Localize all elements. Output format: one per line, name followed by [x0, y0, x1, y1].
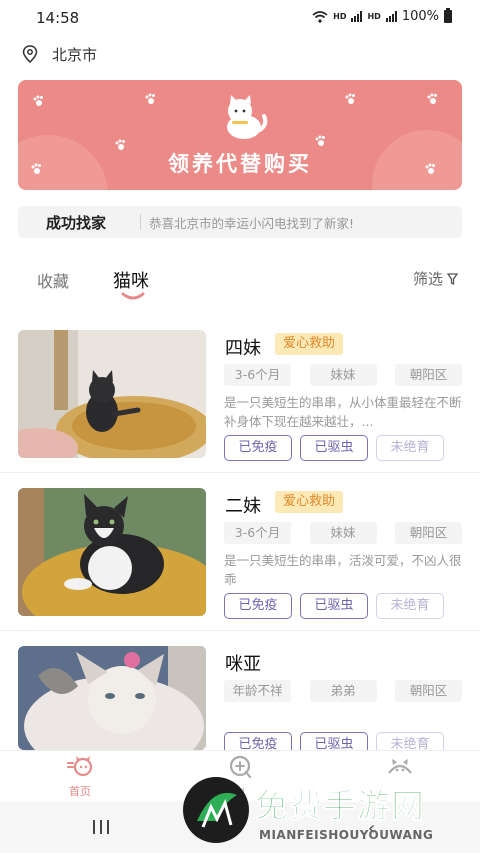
paw-icon: [345, 93, 355, 104]
pet-card[interactable]: 二妹 爱心救助 3-6个月 妹妹 朝阳区 是一只美短生的串串，活泼可爱，不凶人很…: [0, 488, 480, 646]
battery-percent: 100%: [401, 9, 439, 24]
tab-favorites[interactable]: 收藏: [37, 268, 69, 292]
adoption-banner[interactable]: 领养代替购买: [18, 80, 462, 190]
vaccinated-pill: 已免疫: [224, 435, 292, 461]
dewormed-pill: 已驱虫: [300, 593, 368, 619]
pet-description: 是一只美短生的串串，活泼可爱，不凶人很乖: [224, 553, 462, 587]
gender-tag: 妹妹: [309, 522, 377, 544]
tab-cats[interactable]: 猫咪: [113, 267, 149, 293]
paw-icon: [427, 93, 437, 104]
age-tag: 年龄不祥: [224, 680, 291, 702]
pet-name: 四妹: [225, 338, 261, 359]
age-tag: 3-6个月: [224, 522, 291, 544]
status-bar: 14:58 HD HD 100%: [0, 0, 480, 36]
district-tag: 朝阳区: [395, 522, 462, 544]
vaccinated-pill: 已免疫: [224, 593, 292, 619]
card-divider: [0, 630, 480, 631]
gender-tag: 弟弟: [309, 680, 377, 702]
watermark-logo-icon: [183, 777, 249, 843]
paw-icon: [33, 95, 43, 106]
pet-photo[interactable]: [18, 330, 206, 458]
status-indicators: HD HD 100%: [312, 8, 452, 24]
location-city: 北京市: [52, 45, 98, 64]
success-ticker[interactable]: 成功找家 恭喜北京市的幸运小闪电找到了新家!: [18, 206, 462, 238]
signal-icon: [385, 11, 397, 22]
pet-photo[interactable]: [18, 646, 206, 750]
pet-name: 二妹: [225, 496, 261, 517]
watermark-title: 免费手游网: [255, 786, 425, 826]
filter-icon: [447, 272, 458, 285]
status-time: 14:58: [36, 9, 80, 27]
tab-active-indicator: [121, 292, 145, 300]
gender-tag: 妹妹: [309, 364, 377, 386]
district-tag: 朝阳区: [395, 364, 462, 386]
neutered-pill: 未绝育: [376, 593, 444, 619]
health-status: 已免疫 已驱虫 未绝育: [224, 435, 444, 461]
cat-icon: [227, 95, 268, 139]
rescue-badge: 爱心救助: [275, 333, 344, 355]
recent-apps-button[interactable]: [93, 820, 109, 834]
health-status: 已免疫 已驱虫 未绝育: [224, 593, 444, 619]
rescue-badge: 爱心救助: [275, 491, 344, 513]
age-tag: 3-6个月: [224, 364, 291, 386]
ticker-text: 恭喜北京市的幸运小闪电找到了新家!: [149, 215, 355, 231]
dewormed-pill: 已驱虫: [300, 435, 368, 461]
location-selector[interactable]: 北京市: [22, 42, 97, 66]
network-label-1: HD: [333, 12, 347, 21]
battery-icon: [444, 8, 452, 23]
ticker-label: 成功找家: [46, 213, 107, 232]
pet-name: 咪亚: [225, 654, 261, 675]
district-tag: 朝阳区: [395, 680, 462, 702]
network-label-2: HD: [367, 12, 381, 21]
watermark: 免费手游网 MIANFEISHOUYOUWANG: [183, 775, 473, 850]
paw-icon: [315, 135, 325, 146]
pet-tags: 3-6个月 妹妹 朝阳区: [224, 364, 462, 386]
pet-description: 是一只美短生的串串，从小体重最轻在不断补身体下现在越来越壮，...: [224, 395, 462, 429]
ticker-divider: [140, 214, 141, 230]
paw-icon: [145, 93, 155, 104]
pet-tags: 3-6个月 妹妹 朝阳区: [224, 522, 462, 544]
signal-icon: [351, 11, 363, 22]
pet-photo[interactable]: [18, 488, 206, 616]
wifi-icon: [312, 10, 328, 23]
filter-label: 筛选: [412, 270, 443, 288]
location-pin-icon: [22, 45, 38, 63]
pet-tags: 年龄不祥 弟弟 朝阳区: [224, 680, 462, 702]
nav-home[interactable]: 首页: [50, 755, 110, 799]
card-divider: [0, 472, 480, 473]
watermark-subtitle: MIANFEISHOUYOUWANG: [259, 828, 434, 842]
pet-card[interactable]: 四妹 爱心救助 3-6个月 妹妹 朝阳区 是一只美短生的串串，从小体重最轻在不断…: [0, 330, 480, 488]
home-cat-icon: [67, 756, 93, 777]
filter-button[interactable]: 筛选: [413, 268, 458, 289]
banner-title: 领养代替购买: [168, 152, 312, 176]
neutered-pill: 未绝育: [376, 435, 444, 461]
nav-home-label: 首页: [69, 785, 91, 798]
